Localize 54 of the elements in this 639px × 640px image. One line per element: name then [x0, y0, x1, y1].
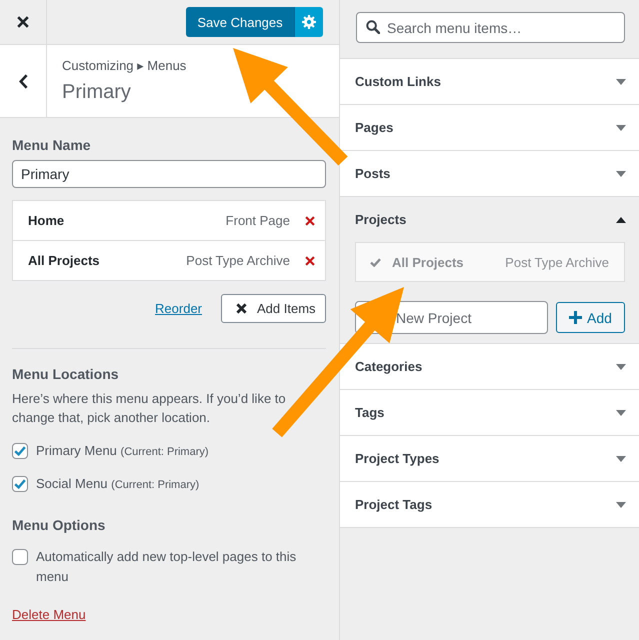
- save-button[interactable]: Save Changes: [186, 7, 294, 37]
- caret-down-icon: [616, 502, 626, 508]
- checkmark-icon: [370, 258, 381, 266]
- caret-up-icon: [616, 216, 626, 222]
- checkbox-label: Social Menu (Current: Primary): [36, 475, 200, 493]
- checkbox[interactable]: [12, 443, 28, 459]
- panel-title: Primary: [62, 80, 131, 105]
- caret-down-icon: [616, 170, 626, 176]
- checkmark-icon: [14, 479, 26, 489]
- section-heading: Menu Locations: [12, 365, 119, 383]
- search-icon: [366, 20, 380, 34]
- accordion-section-header[interactable]: Custom Links: [340, 58, 639, 104]
- remove-item-button[interactable]: [305, 256, 315, 266]
- field-label: Menu Name: [12, 136, 91, 154]
- plus-icon: [569, 311, 582, 324]
- menu-item-type: Front Page: [226, 213, 290, 228]
- cross-icon: [236, 303, 247, 314]
- add-items-button[interactable]: Add Items: [221, 294, 326, 323]
- settings-button[interactable]: [294, 7, 323, 37]
- breadcrumb: Customizing ▸ Menus: [62, 58, 186, 74]
- cross-icon: [305, 216, 315, 226]
- accordion-section-header[interactable]: Posts: [340, 150, 639, 196]
- menu-item-title: All Projects: [28, 253, 100, 268]
- caret-down-icon: [616, 364, 626, 370]
- checkmark-icon: [14, 446, 26, 456]
- delete-menu-link[interactable]: Delete Menu: [12, 606, 86, 624]
- remove-item-button[interactable]: [305, 216, 315, 226]
- checkbox-label: Primary Menu (Current: Primary): [36, 442, 209, 460]
- accordion-section-header[interactable]: Pages: [340, 104, 639, 150]
- checkbox[interactable]: [12, 476, 28, 492]
- menu-item-title: Home: [28, 213, 64, 228]
- reorder-link[interactable]: Reorder: [155, 301, 202, 316]
- accordion-section-header[interactable]: Project Tags: [340, 481, 639, 527]
- caret-down-icon: [616, 124, 626, 130]
- accordion-section-header[interactable]: Project Types: [340, 435, 639, 481]
- checkbox-label: Automatically add new top-level pages to this menu: [36, 548, 298, 586]
- cross-icon: [305, 256, 315, 266]
- section-heading: Menu Options: [12, 516, 106, 534]
- caret-down-icon: [616, 78, 626, 84]
- menu-item-type: Post Type Archive: [186, 253, 290, 268]
- accordion-section-header[interactable]: Tags: [340, 389, 639, 435]
- checkbox[interactable]: [12, 549, 28, 565]
- chevron-left-icon: [18, 74, 28, 88]
- available-item-type: Post Type Archive: [505, 254, 609, 270]
- caret-down-icon: [616, 456, 626, 462]
- available-item-title: All Projects: [392, 254, 464, 270]
- add-button[interactable]: Add: [556, 302, 625, 333]
- caret-down-icon: [616, 410, 626, 416]
- menu-name-field[interactable]: Primary: [12, 160, 326, 188]
- search-field[interactable]: Search menu items…: [356, 12, 625, 43]
- gear-icon: [302, 15, 316, 29]
- description-text: Here’s where this menu appears. If you’d like to change that, pick another location.: [12, 390, 287, 427]
- accordion-section-header[interactable]: Categories: [340, 343, 639, 389]
- close-icon: [17, 16, 29, 28]
